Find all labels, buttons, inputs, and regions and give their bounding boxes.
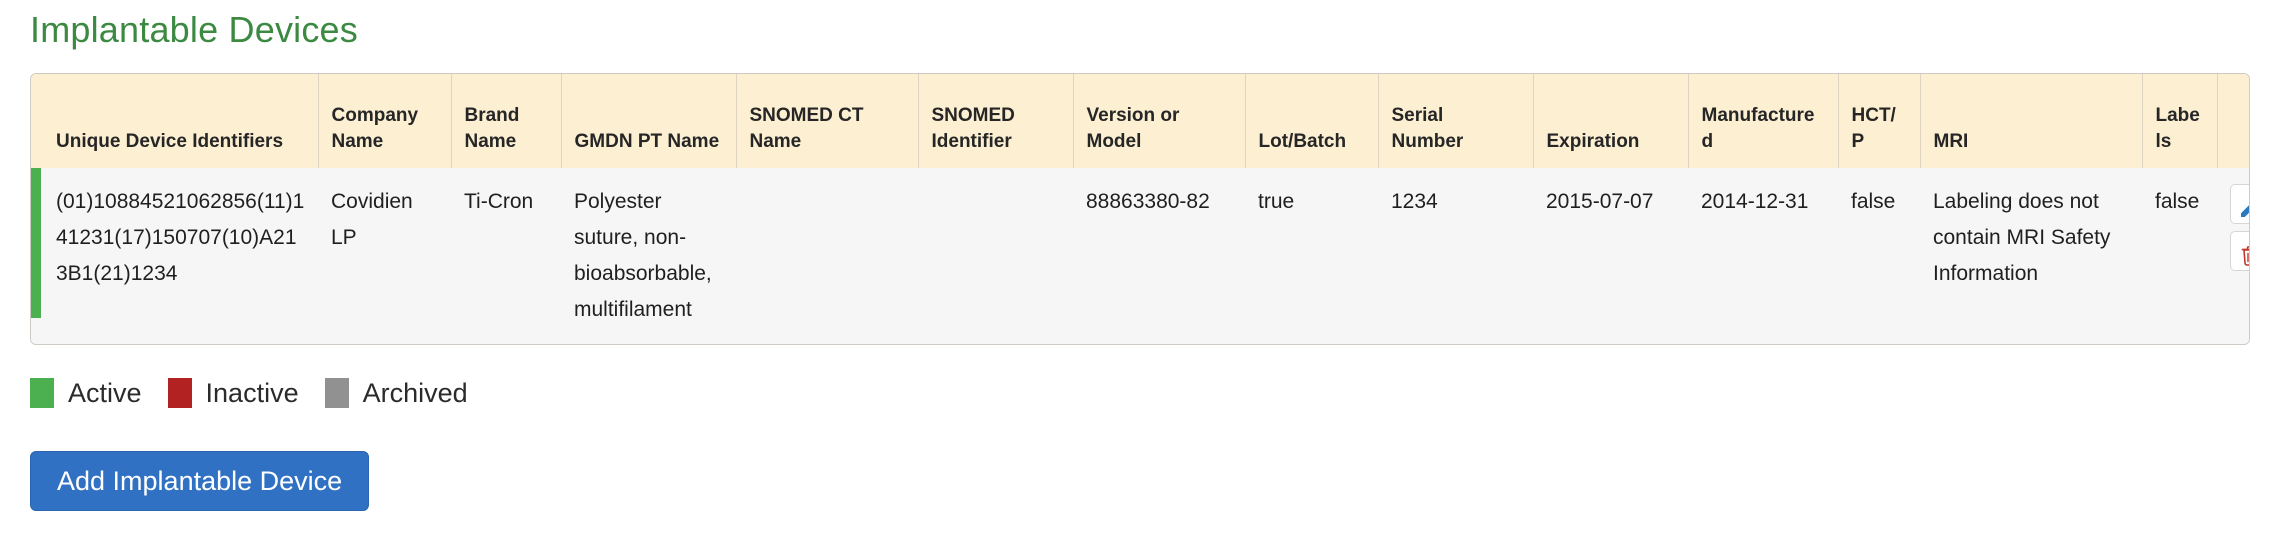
header-gmdn-pt-name[interactable]: GMDN PT Name xyxy=(561,74,737,168)
cell-mri: Labeling does not contain MRI Safety Inf… xyxy=(1920,168,2142,344)
header-actions xyxy=(2217,74,2249,168)
cell-actions xyxy=(2217,168,2249,344)
cell-unique-device-identifiers: (01)10884521062856(11)141231(17)150707(1… xyxy=(43,168,318,344)
legend-label-inactive: Inactive xyxy=(205,378,299,408)
header-company-name[interactable]: Company Name xyxy=(318,74,452,168)
status-bar-active xyxy=(31,168,41,318)
header-version-or-model[interactable]: Version or Model xyxy=(1073,74,1246,168)
legend-swatch-inactive xyxy=(167,378,192,408)
header-snomed-identifier[interactable]: SNOMED Identifier xyxy=(918,74,1074,168)
cell-serial-number: 1234 xyxy=(1378,168,1533,344)
table-header-row: Unique Device Identifiers Company Name B… xyxy=(31,74,2249,168)
status-legend: Active Inactive Archived xyxy=(30,375,2250,411)
cell-hct-p: false xyxy=(1838,168,1920,344)
implantable-devices-page: Implantable Devices Unique Device Identi… xyxy=(0,0,2280,540)
legend-swatch-active xyxy=(30,378,54,408)
header-hct-p[interactable]: HCT/P xyxy=(1838,74,1921,168)
header-mri[interactable]: MRI xyxy=(1920,74,2143,168)
table-row: (01)10884521062856(11)141231(17)150707(1… xyxy=(31,168,2249,344)
legend-label-archived: Archived xyxy=(362,378,468,408)
delete-device-button[interactable] xyxy=(2230,231,2249,271)
table-body: (01)10884521062856(11)141231(17)150707(1… xyxy=(31,168,2249,344)
cell-gmdn-pt-name: Polyester suture, non-bioabsorbable, mul… xyxy=(561,168,736,344)
cell-snomed-ct-name xyxy=(736,168,918,344)
cell-snomed-identifier xyxy=(918,168,1073,344)
header-snomed-ct-name[interactable]: SNOMED CT Name xyxy=(736,74,919,168)
cell-expiration: 2015-07-07 xyxy=(1533,168,1688,344)
header-expiration[interactable]: Expiration xyxy=(1533,74,1689,168)
cell-lot-batch: true xyxy=(1245,168,1378,344)
legend-label-active: Active xyxy=(68,378,142,408)
cell-manufactured: 2014-12-31 xyxy=(1688,168,1838,344)
legend-item-active: Active xyxy=(30,378,142,408)
cell-labels: false xyxy=(2142,168,2217,344)
cell-version-or-model: 88863380-82 xyxy=(1073,168,1245,344)
add-implantable-device-button[interactable]: Add Implantable Device xyxy=(30,451,370,511)
legend-item-archived: Archived xyxy=(324,378,468,408)
implantable-devices-table: Unique Device Identifiers Company Name B… xyxy=(31,74,2249,344)
edit-device-button[interactable] xyxy=(2230,184,2249,224)
trash-icon xyxy=(2238,243,2249,266)
cell-company-name: Covidien LP xyxy=(318,168,451,344)
header-unique-device-identifiers[interactable]: Unique Device Identifiers xyxy=(43,74,319,168)
page-title: Implantable Devices xyxy=(30,9,358,50)
header-brand-name[interactable]: Brand Name xyxy=(451,74,562,168)
header-lot-batch[interactable]: Lot/Batch xyxy=(1245,74,1379,168)
table-header: Unique Device Identifiers Company Name B… xyxy=(31,74,2249,168)
legend-swatch-archived xyxy=(324,378,349,408)
edit-pencil-icon xyxy=(2238,196,2249,217)
legend-item-inactive: Inactive xyxy=(167,378,299,408)
header-labels[interactable]: Labels xyxy=(2142,74,2218,168)
header-status-spacer xyxy=(31,74,43,168)
header-manufactured[interactable]: Manufactured xyxy=(1688,74,1839,168)
devices-table-container: Unique Device Identifiers Company Name B… xyxy=(30,73,2250,345)
header-serial-number[interactable]: Serial Number xyxy=(1378,74,1534,168)
row-status-indicator xyxy=(31,168,43,344)
cell-brand-name: Ti-Cron xyxy=(451,168,561,344)
